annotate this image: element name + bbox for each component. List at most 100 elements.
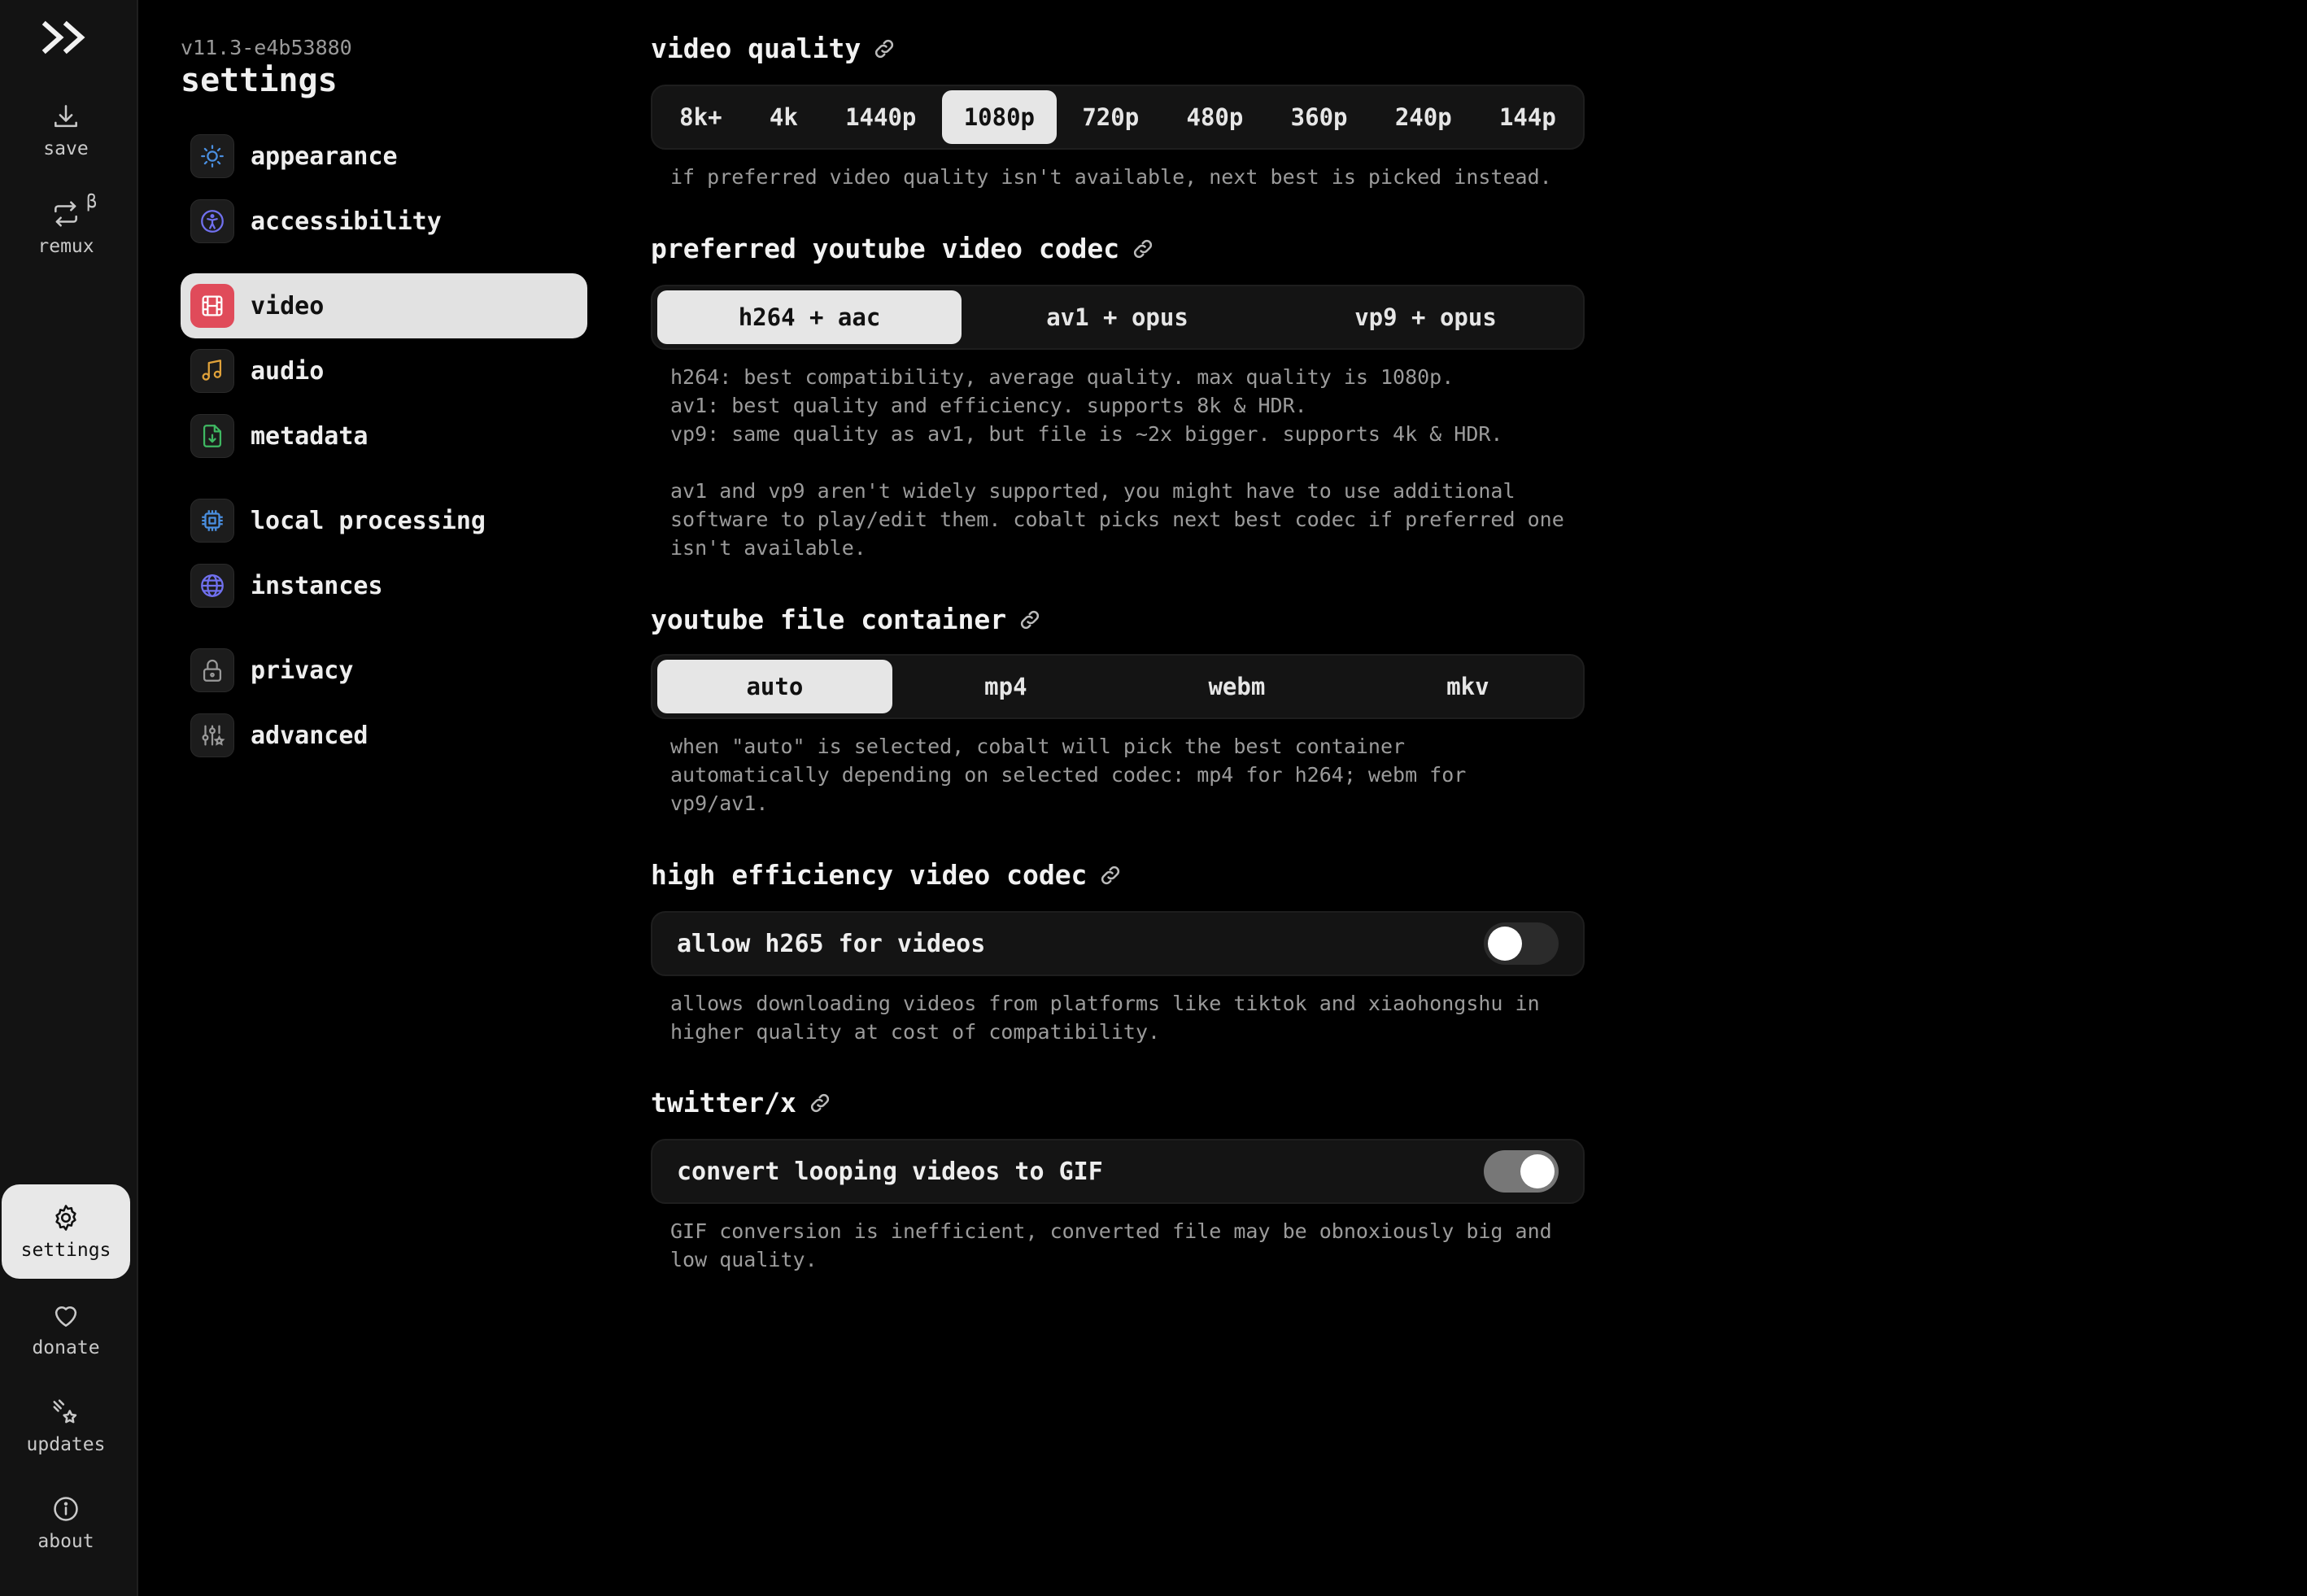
info-icon — [54, 1497, 78, 1521]
section-twitter-title: twitter/x — [651, 1087, 832, 1119]
nav-item-advanced[interactable]: advanced — [181, 703, 587, 768]
version-label: v11.3-e4b53880 — [181, 36, 352, 59]
section-title-text: youtube file container — [651, 604, 1007, 635]
nav-icon-box — [190, 349, 234, 393]
rail-updates-label: updates — [26, 1434, 106, 1455]
container-option-webm[interactable]: webm — [1119, 660, 1354, 713]
rail-settings-button[interactable]: settings — [2, 1184, 130, 1279]
nav-icon-box — [190, 284, 234, 328]
section-hevc-title: high efficiency video codec — [651, 859, 1123, 891]
link-icon[interactable] — [1018, 608, 1042, 632]
nav-label: metadata — [251, 421, 369, 451]
gear-icon — [55, 1205, 76, 1231]
nav-label: privacy — [251, 656, 354, 685]
nav-label: accessibility — [251, 207, 442, 236]
h265-toggle-row[interactable]: allow h265 for videos — [651, 911, 1585, 976]
link-icon[interactable] — [808, 1091, 832, 1115]
toggle-knob — [1520, 1154, 1555, 1188]
beta-badge: β — [86, 192, 98, 212]
nav-item-metadata[interactable]: metadata — [181, 403, 587, 469]
container-description: when "auto" is selected, cobalt will pic… — [670, 735, 1467, 815]
codec-selector: h264 + aac av1 + opus vp9 + opus — [651, 285, 1585, 350]
nav-label: video — [251, 291, 325, 321]
h265-toggle-switch[interactable] — [1484, 922, 1559, 965]
nav-label: local processing — [251, 506, 486, 535]
accessibility-icon — [201, 210, 224, 233]
sidebar-rail: save remux β settings donate updates abo… — [0, 0, 138, 1596]
quality-option-360p[interactable]: 360p — [1269, 90, 1370, 144]
nav-icon-box — [190, 564, 234, 608]
quality-option-144p[interactable]: 144p — [1477, 90, 1578, 144]
sun-icon — [201, 145, 224, 168]
gif-toggle-switch[interactable] — [1484, 1150, 1559, 1193]
section-title-text: preferred youtube video codec — [651, 233, 1120, 264]
quality-option-4k[interactable]: 4k — [748, 90, 820, 144]
twitter-description: GIF conversion is inefficient, converted… — [670, 1219, 1552, 1271]
nav-icon-box — [190, 134, 234, 178]
quality-option-1080p[interactable]: 1080p — [941, 90, 1058, 144]
link-icon[interactable] — [1131, 237, 1155, 261]
quality-option-240p[interactable]: 240p — [1373, 90, 1474, 144]
sliders-icon — [202, 725, 225, 746]
sparkle-icon — [53, 1399, 77, 1424]
codec-description: h264: best compatibility, average qualit… — [670, 365, 1564, 560]
gif-toggle-row[interactable]: convert looping videos to GIF — [651, 1139, 1585, 1204]
video-quality-selector: 8k+ 4k 1440p 1080p 720p 480p 360p 240p 1… — [651, 85, 1585, 150]
link-icon[interactable] — [872, 37, 896, 61]
section-title-text: video quality — [651, 33, 861, 64]
container-option-mp4[interactable]: mp4 — [896, 660, 1116, 713]
container-selector: auto mp4 webm mkv — [651, 654, 1585, 719]
gif-toggle-label: convert looping videos to GIF — [677, 1157, 1103, 1186]
cobalt-logo-icon[interactable] — [41, 15, 96, 60]
quality-option-8k[interactable]: 8k+ — [657, 90, 744, 144]
section-codec-title: preferred youtube video codec — [651, 233, 1155, 264]
rail-donate-button[interactable]: donate — [2, 1282, 130, 1376]
quality-option-1440p[interactable]: 1440p — [823, 90, 939, 144]
rail-about-button[interactable]: about — [2, 1476, 130, 1570]
quality-option-720p[interactable]: 720p — [1060, 90, 1161, 144]
nav-item-audio[interactable]: audio — [181, 338, 587, 403]
cpu-icon — [202, 510, 223, 531]
film-icon — [202, 295, 223, 316]
container-option-mkv[interactable]: mkv — [1358, 660, 1578, 713]
file-download-icon — [203, 425, 222, 447]
nav-item-privacy[interactable]: privacy — [181, 638, 587, 703]
rail-remux-label: remux — [37, 236, 94, 257]
link-icon[interactable] — [1098, 863, 1123, 887]
codec-option-vp9[interactable]: vp9 + opus — [1273, 290, 1578, 344]
download-icon — [55, 105, 77, 128]
nav-label: instances — [251, 571, 383, 600]
nav-item-local-processing[interactable]: local processing — [181, 488, 587, 553]
rail-about-label: about — [37, 1531, 94, 1552]
section-container-title: youtube file container — [651, 604, 1042, 635]
rail-remux-button[interactable]: remux β — [2, 181, 130, 275]
nav-label: advanced — [251, 721, 369, 750]
nav-icon-box — [190, 199, 234, 243]
section-title-text: twitter/x — [651, 1087, 796, 1119]
nav-item-video[interactable]: video — [181, 273, 587, 338]
nav-item-instances[interactable]: instances — [181, 553, 587, 618]
heart-icon — [55, 1306, 77, 1327]
nav-icon-box — [190, 713, 234, 757]
remux-icon — [55, 201, 77, 227]
hevc-description: allows downloading videos from platforms… — [670, 992, 1540, 1044]
toggle-knob — [1488, 927, 1522, 961]
container-option-auto[interactable]: auto — [657, 660, 892, 713]
page-title: settings — [181, 62, 338, 99]
rail-updates-button[interactable]: updates — [2, 1379, 130, 1473]
quality-option-480p[interactable]: 480p — [1164, 90, 1265, 144]
codec-option-h264[interactable]: h264 + aac — [657, 290, 962, 344]
nav-icon-box — [190, 648, 234, 692]
nav-item-accessibility[interactable]: accessibility — [181, 189, 587, 254]
h265-toggle-label: allow h265 for videos — [677, 929, 986, 958]
nav-icon-box — [190, 414, 234, 458]
lock-icon — [203, 659, 222, 682]
music-icon — [202, 360, 222, 381]
globe-icon — [201, 574, 224, 597]
nav-label: appearance — [251, 142, 398, 171]
nav-item-appearance[interactable]: appearance — [181, 124, 587, 189]
section-title-text: high efficiency video codec — [651, 859, 1088, 891]
rail-settings-label: settings — [20, 1240, 111, 1261]
rail-save-button[interactable]: save — [2, 83, 130, 177]
codec-option-av1[interactable]: av1 + opus — [965, 290, 1270, 344]
